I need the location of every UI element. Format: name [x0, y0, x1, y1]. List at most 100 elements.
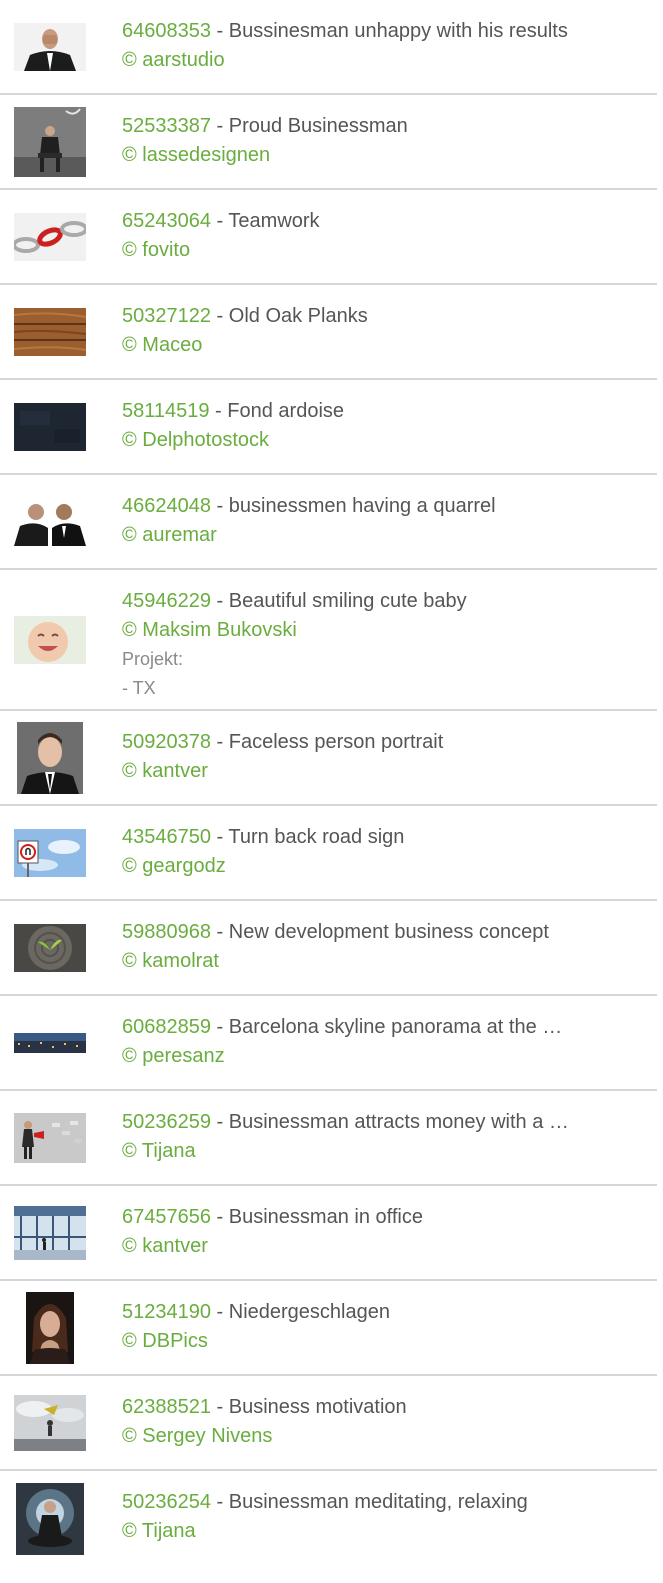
project-label: Projekt: — [122, 649, 184, 669]
item-id-link[interactable]: 58114519 — [122, 400, 210, 422]
item-id-link[interactable]: 43546750 — [122, 826, 211, 848]
list-item[interactable]: 45946229 - Beautiful smiling cute baby ©… — [0, 570, 657, 711]
item-heading: 59880968 - New development business conc… — [122, 918, 645, 947]
wood-planks-photo[interactable] — [14, 307, 86, 356]
money-magnet-photo[interactable] — [14, 1112, 86, 1163]
item-text: 50236254 - Businessman meditating, relax… — [122, 1488, 645, 1546]
businessmen-quarrel-photo[interactable] — [14, 497, 86, 546]
item-separator: - — [210, 1301, 229, 1323]
item-title: New development business concept — [228, 921, 549, 943]
item-id-link[interactable]: 50236254 — [122, 1491, 211, 1513]
item-heading: 64608353 - Bussinesman unhappy with his … — [122, 17, 645, 46]
item-id-link[interactable]: 45946229 — [122, 590, 211, 612]
item-title: Faceless person portrait — [228, 731, 444, 753]
item-separator: - — [210, 921, 229, 943]
item-id-link[interactable]: 65243064 — [122, 210, 211, 232]
item-credit[interactable]: © aarstudio — [122, 46, 645, 75]
faceless-portrait-photo[interactable] — [17, 721, 83, 794]
item-title: Turn back road sign — [228, 826, 405, 848]
item-text: 59880968 - New development business conc… — [122, 918, 645, 976]
item-text: 65243064 - Teamwork © fovito — [122, 207, 645, 265]
office-window-photo[interactable] — [14, 1205, 86, 1260]
item-title: Beautiful smiling cute baby — [228, 590, 467, 612]
item-credit[interactable]: © kamolrat — [122, 947, 645, 976]
item-separator: - — [210, 305, 229, 327]
list-item[interactable]: 62388521 - Business motivation © Sergey … — [0, 1376, 657, 1471]
business-motivation-photo[interactable] — [14, 1394, 86, 1451]
item-id-link[interactable]: 51234190 — [122, 1301, 211, 1323]
item-text: 45946229 - Beautiful smiling cute baby ©… — [122, 587, 645, 703]
item-separator: - — [210, 1491, 229, 1513]
item-credit[interactable]: © kantver — [122, 1232, 645, 1261]
item-heading: 50236259 - Businessman attracts money wi… — [122, 1108, 645, 1137]
item-credit[interactable]: © Tijana — [122, 1137, 645, 1166]
item-credit[interactable]: © Maksim Bukovski — [122, 616, 645, 645]
item-credit[interactable]: © peresanz — [122, 1042, 645, 1071]
city-panorama-photo[interactable] — [14, 1032, 86, 1053]
item-credit[interactable]: © Maceo — [122, 331, 645, 360]
item-id-link[interactable]: 50327122 — [122, 305, 211, 327]
list-item[interactable]: 52533387 - Proud Businessman © lassedesi… — [0, 95, 657, 190]
item-heading: 50920378 - Faceless person portrait — [122, 728, 645, 757]
meditating-businessman-photo[interactable] — [16, 1482, 84, 1555]
slate-texture-photo[interactable] — [14, 402, 86, 451]
item-credit[interactable]: © kantver — [122, 757, 645, 786]
item-heading: 50327122 - Old Oak Planks — [122, 302, 645, 331]
item-id-link[interactable]: 46624048 — [122, 495, 211, 517]
item-heading: 45946229 - Beautiful smiling cute baby — [122, 587, 645, 616]
road-sign-photo[interactable] — [14, 828, 86, 877]
list-item[interactable]: 43546750 - Turn back road sign © geargod… — [0, 806, 657, 901]
item-title: Niedergeschlagen — [228, 1301, 390, 1323]
item-id-link[interactable]: 50236259 — [122, 1111, 211, 1133]
list-item[interactable]: 46624048 - businessmen having a quarrel … — [0, 475, 657, 570]
item-id-link[interactable]: 64608353 — [122, 20, 211, 42]
list-item[interactable]: 60682859 - Barcelona skyline panorama at… — [0, 996, 657, 1091]
item-credit[interactable]: © Sergey Nivens — [122, 1422, 645, 1451]
item-separator: - — [210, 1396, 229, 1418]
item-title: Fond ardoise — [227, 400, 345, 422]
item-id-link[interactable]: 50920378 — [122, 731, 211, 753]
item-id-link[interactable]: 62388521 — [122, 1396, 211, 1418]
item-separator: - — [210, 210, 229, 232]
item-text: 62388521 - Business motivation © Sergey … — [122, 1393, 645, 1451]
item-id-link[interactable]: 52533387 — [122, 115, 211, 137]
list-item[interactable]: 50236254 - Businessman meditating, relax… — [0, 1471, 657, 1566]
item-credit[interactable]: © Delphotostock — [122, 426, 645, 455]
item-title: Businessman meditating, relaxing — [228, 1491, 528, 1513]
list-item[interactable]: 50236259 - Businessman attracts money wi… — [0, 1091, 657, 1186]
item-heading: 67457656 - Businessman in office — [122, 1203, 645, 1232]
item-credit[interactable]: © auremar — [122, 521, 645, 550]
businessman-sitting-photo[interactable] — [14, 106, 86, 177]
list-item[interactable]: 51234190 - Niedergeschlagen © DBPics — [0, 1281, 657, 1376]
item-separator: - — [210, 20, 229, 42]
item-credit[interactable]: © Tijana — [122, 1517, 645, 1546]
list-item[interactable]: 64608353 - Bussinesman unhappy with his … — [0, 0, 657, 95]
list-item[interactable]: 58114519 - Fond ardoise © Delphotostock — [0, 380, 657, 475]
item-credit[interactable]: © DBPics — [122, 1327, 645, 1356]
chain-link-photo[interactable] — [14, 212, 86, 261]
item-credit[interactable]: © fovito — [122, 236, 645, 265]
item-id-link[interactable]: 60682859 — [122, 1016, 211, 1038]
list-item[interactable]: 59880968 - New development business conc… — [0, 901, 657, 996]
item-credit[interactable]: © lassedesignen — [122, 141, 645, 170]
businessman-facepalm-photo[interactable] — [14, 22, 86, 71]
list-item[interactable]: 50920378 - Faceless person portrait © ka… — [0, 711, 657, 806]
item-heading: 58114519 - Fond ardoise — [122, 397, 645, 426]
list-item[interactable]: 67457656 - Businessman in office © kantv… — [0, 1186, 657, 1281]
list-item[interactable]: 50327122 - Old Oak Planks © Maceo — [0, 285, 657, 380]
item-credit[interactable]: © geargodz — [122, 852, 645, 881]
list-item[interactable]: 65243064 - Teamwork © fovito — [0, 190, 657, 285]
item-heading: 60682859 - Barcelona skyline panorama at… — [122, 1013, 645, 1042]
item-id-link[interactable]: 67457656 — [122, 1206, 211, 1228]
sprout-stump-photo[interactable] — [14, 923, 86, 972]
item-heading: 51234190 - Niedergeschlagen — [122, 1298, 645, 1327]
item-id-link[interactable]: 59880968 — [122, 921, 211, 943]
item-separator: - — [210, 115, 229, 137]
image-list: 64608353 - Bussinesman unhappy with his … — [0, 0, 657, 1566]
item-text: 51234190 - Niedergeschlagen © DBPics — [122, 1298, 645, 1356]
sad-woman-photo[interactable] — [26, 1291, 74, 1364]
item-heading: 62388521 - Business motivation — [122, 1393, 645, 1422]
smiling-baby-photo[interactable] — [14, 615, 86, 664]
item-text: 52533387 - Proud Businessman © lassedesi… — [122, 112, 645, 170]
item-text: 50327122 - Old Oak Planks © Maceo — [122, 302, 645, 360]
